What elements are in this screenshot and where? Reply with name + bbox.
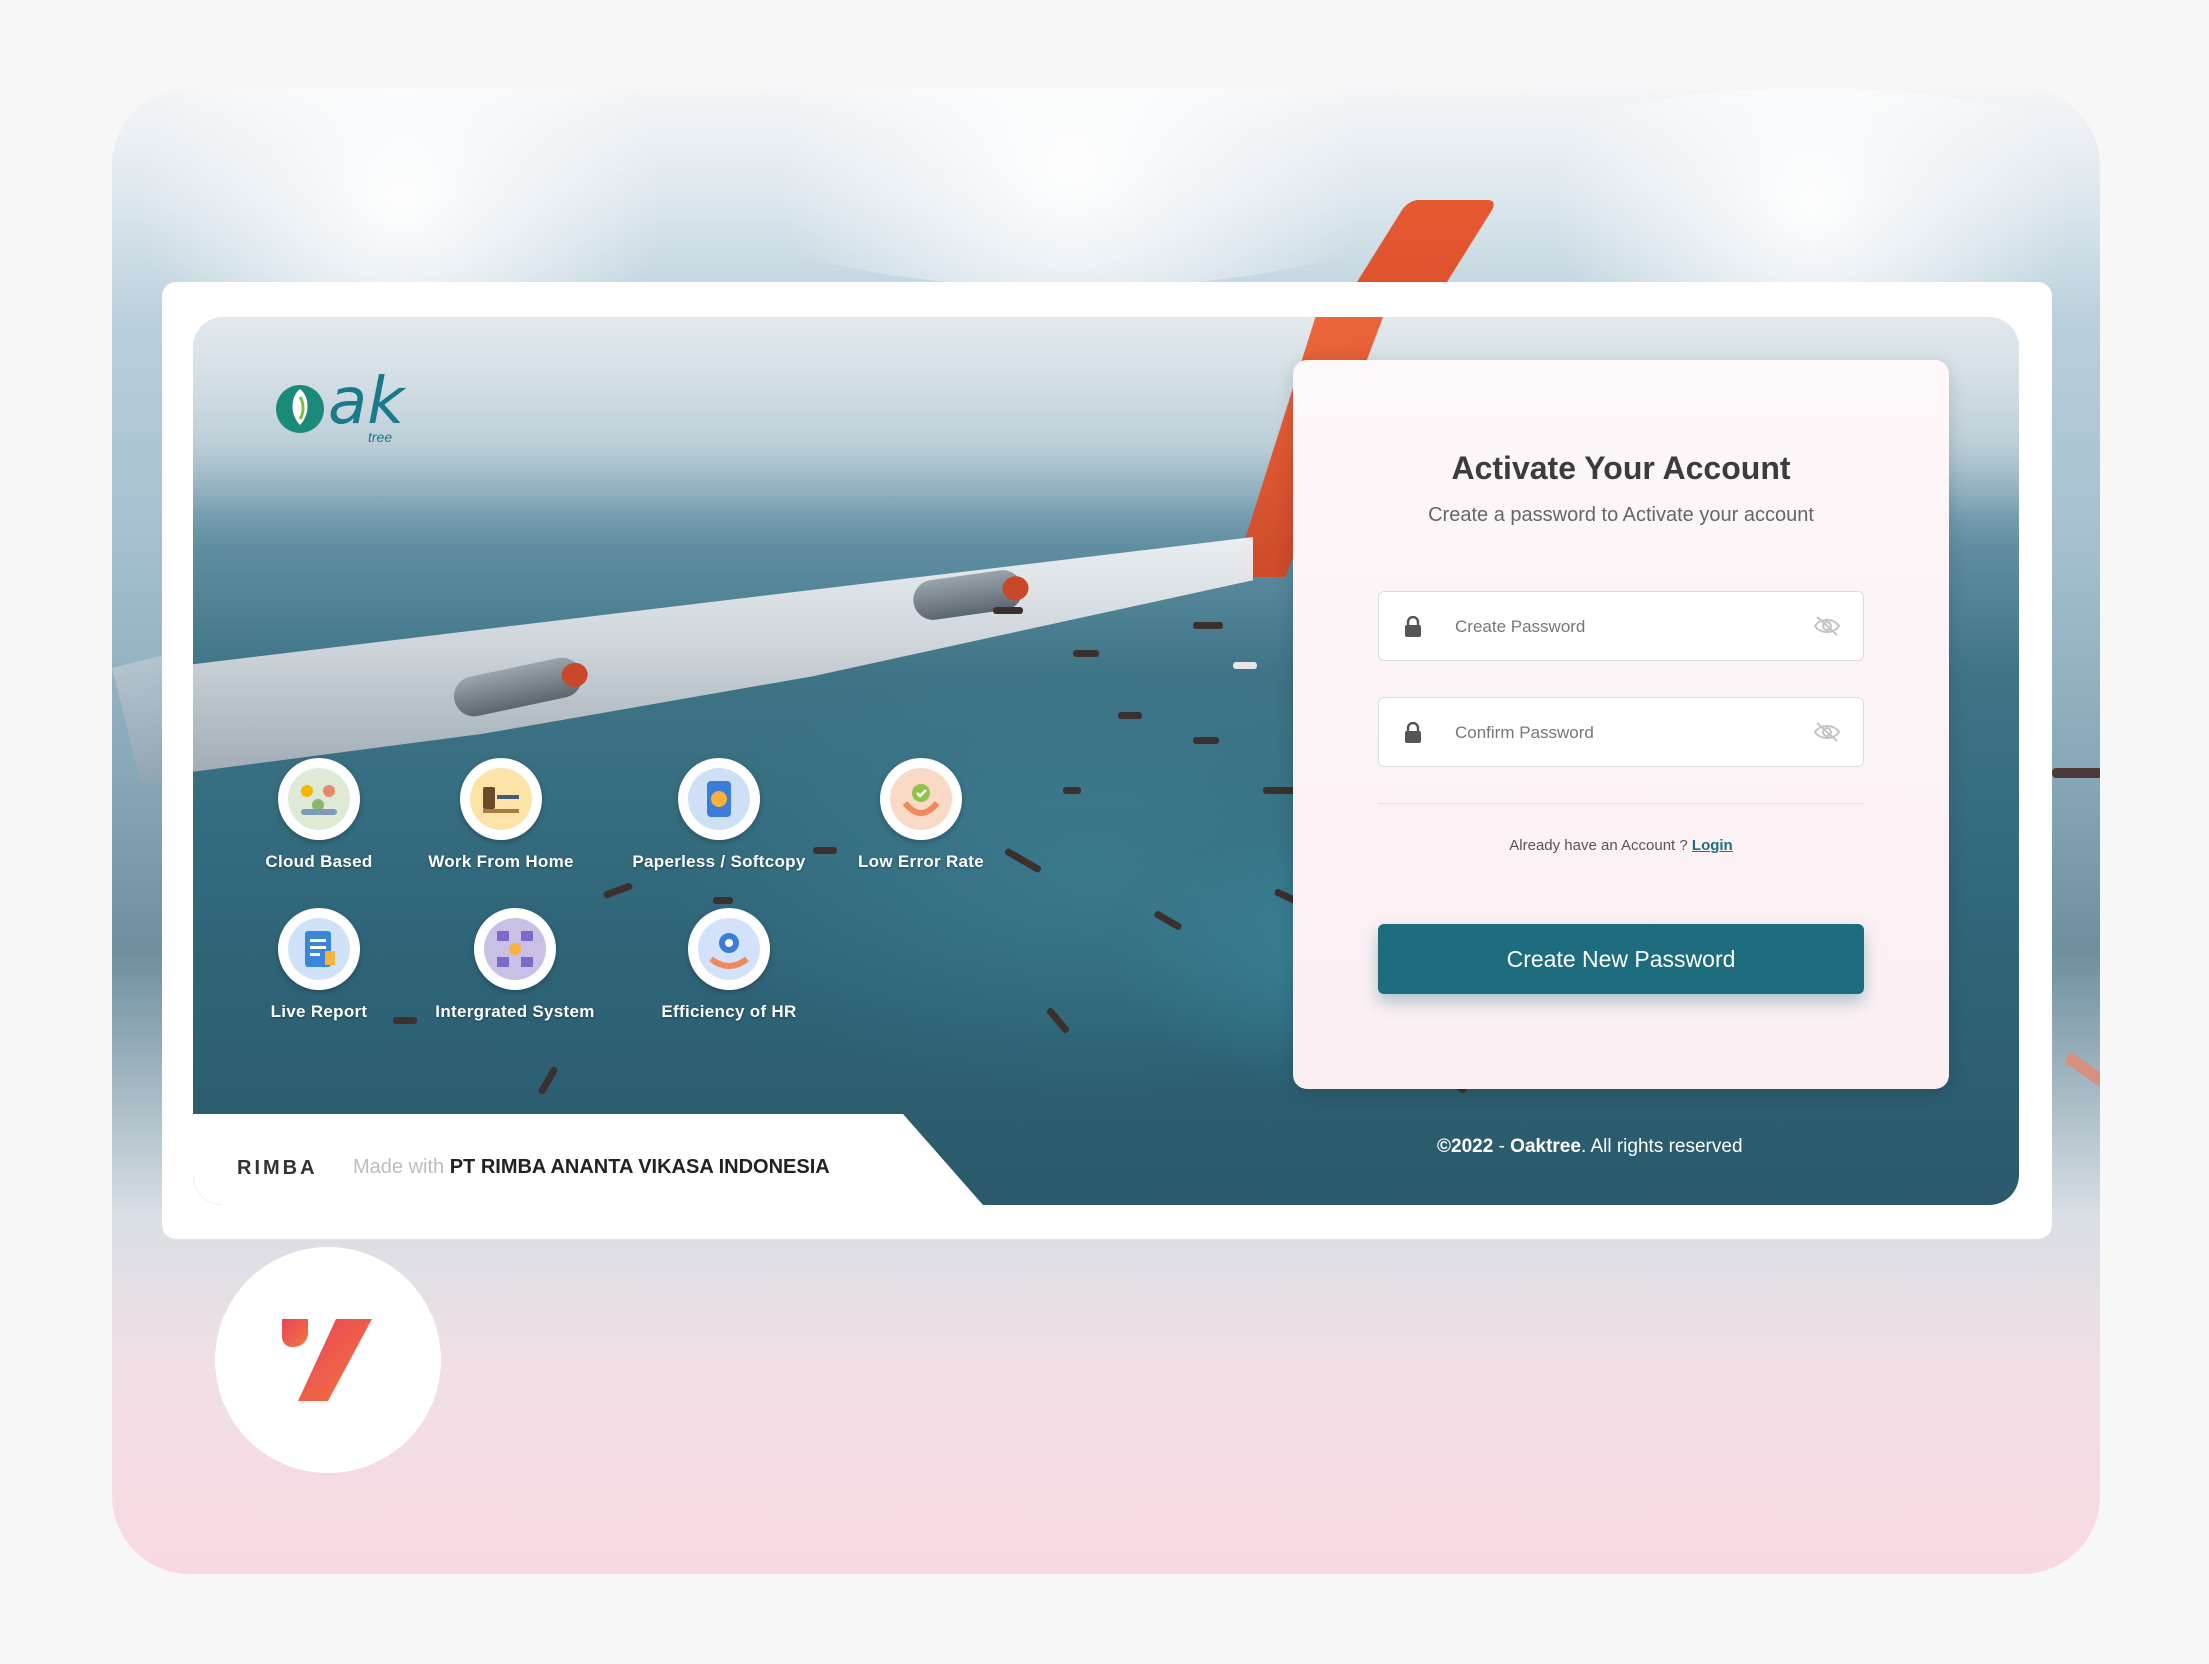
form-subtitle: Create a password to Activate your accou…: [1428, 504, 1814, 526]
network-nodes-icon: [484, 918, 546, 980]
login-link[interactable]: Login: [1692, 837, 1733, 854]
feature-cloud-based: Cloud Based: [224, 758, 414, 872]
confirm-password-field[interactable]: [1378, 697, 1864, 767]
made-with-label: Made with: [353, 1156, 445, 1178]
feature-label: Paperless / Softcopy: [632, 852, 806, 871]
feature-label: Efficiency of HR: [661, 1002, 797, 1021]
logo-text: ak: [328, 365, 405, 439]
made-with-text: Made with PT RIMBA ANANTA VIKASA INDONES…: [353, 1156, 830, 1179]
create-password-input[interactable]: [1455, 612, 1785, 642]
feature-label: Intergrated System: [435, 1002, 595, 1021]
feature-paperless: Paperless / Softcopy: [624, 758, 814, 872]
copyright-text: ©2022 - Oaktree. All rights reserved: [1437, 1136, 1743, 1158]
cloud-team-icon: [288, 768, 350, 830]
activate-account-panel: Activate Your Account Create a password …: [1293, 360, 1949, 1089]
feature-live-report: Live Report: [224, 908, 414, 1022]
hand-check-icon: [890, 768, 952, 830]
lock-icon: [1405, 722, 1421, 743]
phone-document-icon: [688, 768, 750, 830]
feature-integrated-system: Intergrated System: [420, 908, 610, 1022]
already-have-account-text: Already have an Account ?: [1509, 837, 1688, 854]
feature-label: Cloud Based: [265, 852, 373, 871]
form-divider: [1378, 803, 1864, 804]
create-new-password-button[interactable]: Create New Password: [1378, 924, 1864, 994]
form-title: Activate Your Account: [1451, 450, 1791, 486]
oaktree-logo[interactable]: ak tree: [270, 365, 410, 447]
lock-icon: [1405, 616, 1421, 637]
copyright-brand: Oaktree: [1510, 1136, 1581, 1157]
laptop-desk-icon: [470, 768, 532, 830]
hand-gear-icon: [698, 918, 760, 980]
copyright-separator: -: [1498, 1136, 1505, 1157]
feature-work-from-home: Work From Home: [406, 758, 596, 872]
eye-off-icon[interactable]: [1813, 615, 1841, 637]
feature-efficiency-hr: Efficiency of HR: [634, 908, 824, 1022]
app-badge: [215, 1247, 441, 1473]
create-password-field[interactable]: [1378, 591, 1864, 661]
rimba-logo: RIMBA: [237, 1157, 318, 1179]
airplane-wing-graphic: [193, 537, 1253, 777]
copyright-year: ©2022: [1437, 1136, 1494, 1157]
confirm-password-input[interactable]: [1455, 718, 1785, 748]
feature-label: Low Error Rate: [857, 852, 985, 871]
feature-low-error-rate: Low Error Rate: [826, 758, 1016, 872]
logo-subtext: tree: [368, 429, 393, 445]
report-clipboard-icon: [288, 918, 350, 980]
copyright-rest: . All rights reserved: [1580, 1136, 1743, 1157]
feature-label: Live Report: [270, 1002, 368, 1021]
login-prompt: Already have an Account ? Login: [1293, 837, 1949, 854]
feature-label: Work From Home: [428, 852, 574, 871]
eye-off-icon[interactable]: [1813, 721, 1841, 743]
company-name: PT RIMBA ANANTA VIKASA INDONESIA: [449, 1156, 830, 1178]
brand-mark-icon: [282, 1319, 372, 1401]
